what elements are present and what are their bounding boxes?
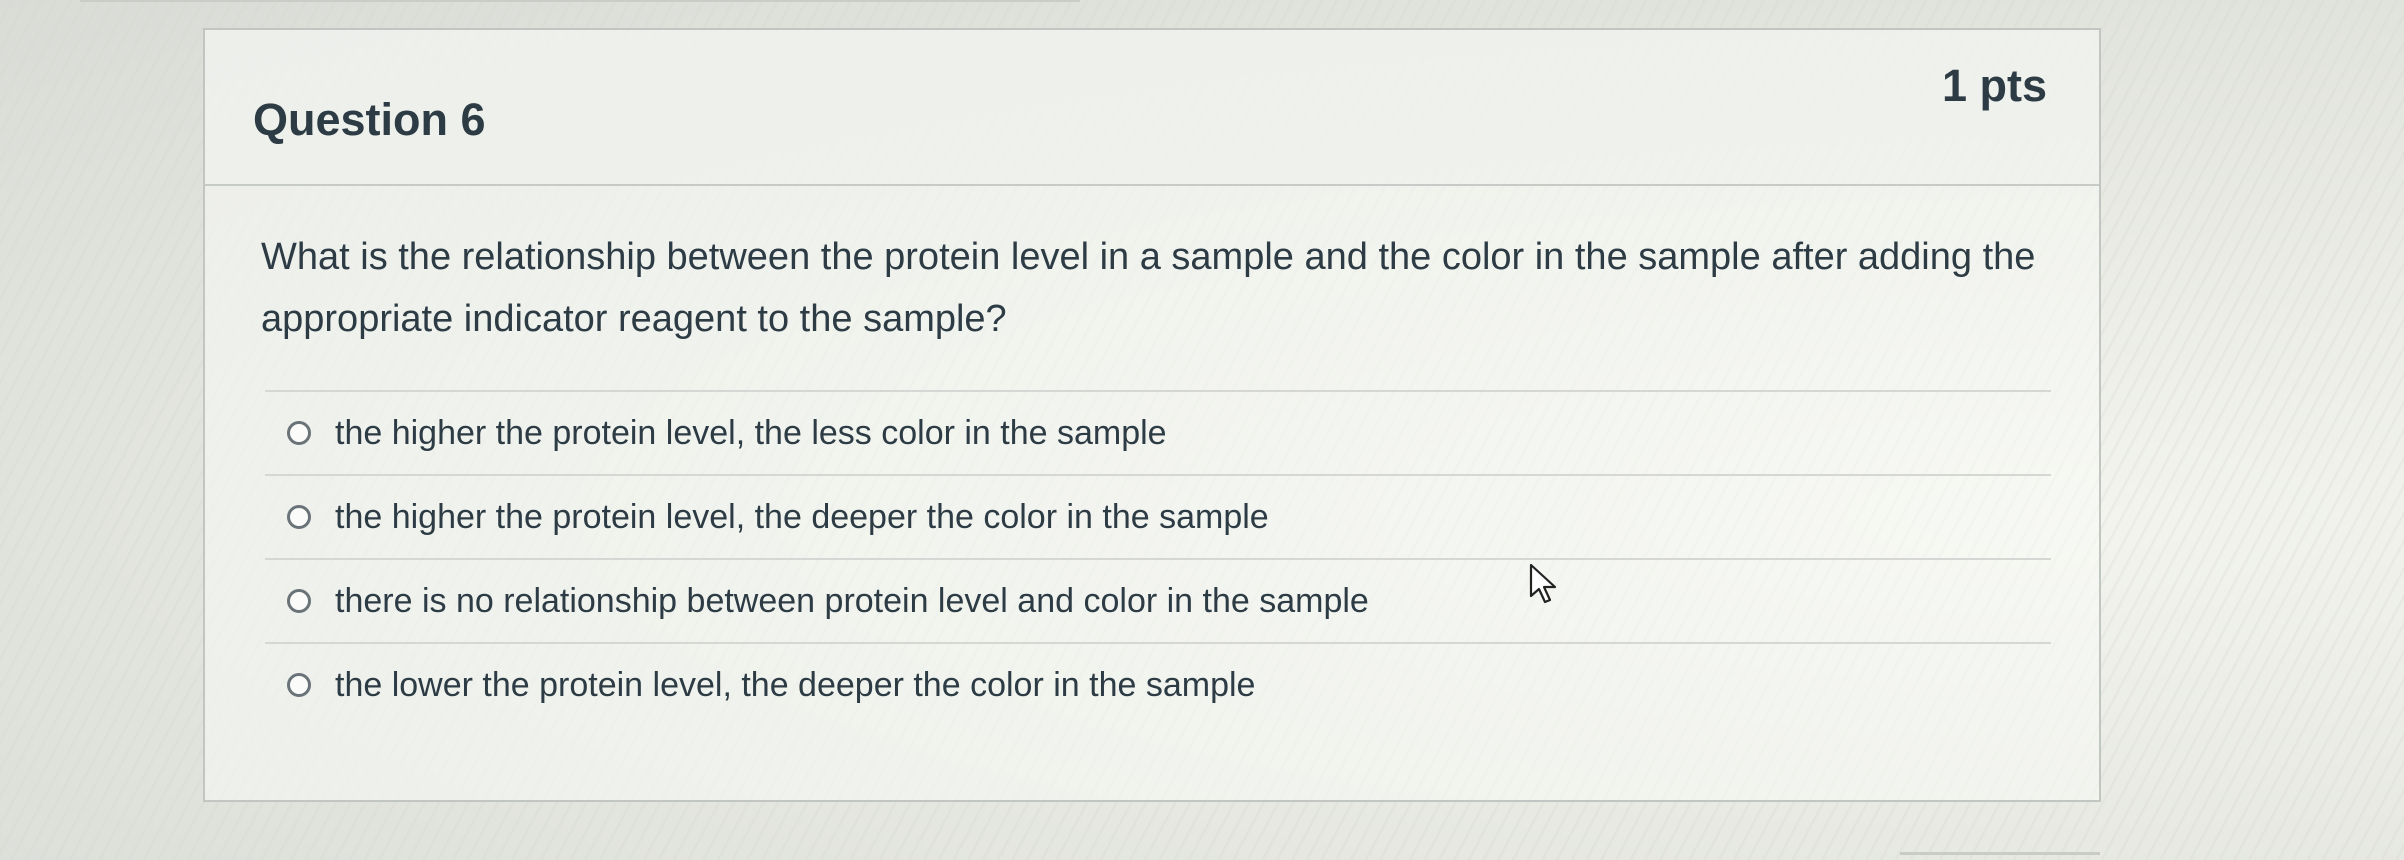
question-card: Question 6 1 pts What is the relationshi… [203, 28, 2101, 802]
radio-button-icon[interactable] [287, 505, 311, 529]
answer-option-1[interactable]: the higher the protein level, the less c… [265, 390, 2051, 474]
answer-option-2[interactable]: the higher the protein level, the deeper… [265, 474, 2051, 558]
answer-option-4[interactable]: the lower the protein level, the deeper … [265, 642, 2051, 726]
question-points: 1 pts [1941, 60, 2047, 111]
answer-list: the higher the protein level, the less c… [265, 390, 2051, 726]
question-title: Question 6 [253, 94, 486, 145]
answer-label[interactable]: the higher the protein level, the less c… [335, 414, 1167, 453]
radio-button-icon[interactable] [287, 673, 311, 697]
answer-label[interactable]: the higher the protein level, the deeper… [335, 498, 1269, 537]
radio-button-icon[interactable] [287, 589, 311, 613]
answer-label[interactable]: the lower the protein level, the deeper … [335, 666, 1255, 705]
question-header: Question 6 1 pts [205, 30, 2099, 186]
question-text: What is the relationship between the pro… [261, 236, 2036, 340]
bottom-divider [1900, 852, 2100, 855]
answer-label[interactable]: there is no relationship between protein… [335, 582, 1369, 621]
answer-option-3[interactable]: there is no relationship between protein… [265, 558, 2051, 642]
top-divider [80, 0, 1080, 2]
mouse-pointer-icon [1529, 563, 1557, 604]
radio-button-icon[interactable] [287, 421, 311, 445]
